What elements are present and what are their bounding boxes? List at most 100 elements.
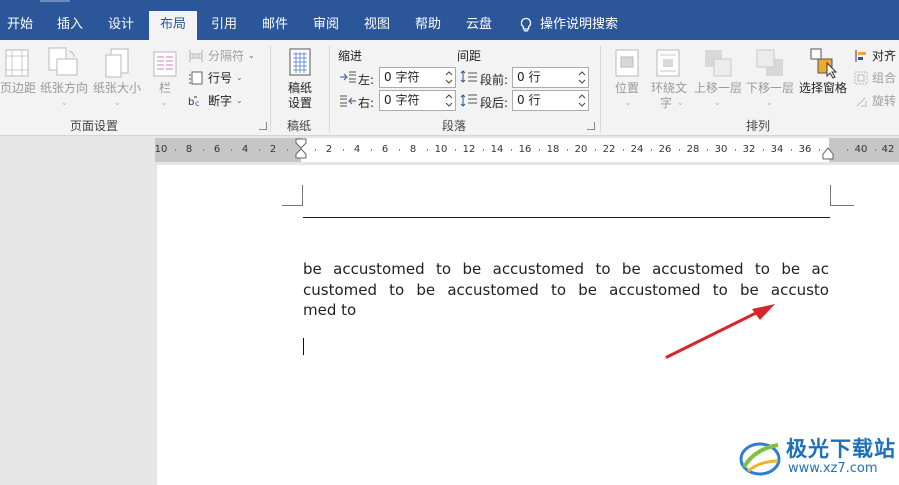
columns-icon[interactable] [152, 50, 178, 78]
ruler-number: 22 [602, 144, 616, 155]
ruler-number: 10 [154, 144, 168, 155]
ruler-tick [315, 149, 316, 151]
paragraph-launcher-icon[interactable] [587, 122, 595, 130]
document-text-line-1[interactable]: be accustomed to be accustomed to be acc… [303, 259, 829, 280]
ruler-number: 14 [490, 144, 504, 155]
rotate-button[interactable]: 旋转 [854, 92, 896, 109]
wrap-text-icon[interactable] [655, 48, 681, 78]
aurora-logo-icon [739, 442, 781, 476]
send-backward-button[interactable]: 下移一层 [745, 81, 795, 96]
hyphenation-label: 断字 [208, 94, 233, 108]
ruler-tick [175, 149, 176, 151]
selection-pane-button[interactable]: 选择窗格 [797, 81, 849, 96]
ruler-number: 8 [409, 144, 417, 155]
document-text-line-2[interactable]: customed to be accustomed to be accustom… [303, 280, 829, 301]
text-cursor [303, 338, 304, 355]
manuscript-button-line2[interactable]: 设置 [282, 96, 318, 111]
tab-layout[interactable]: 布局 [149, 11, 197, 40]
arrange-group-label: 排列 [746, 119, 771, 133]
tab-home[interactable]: 开始 [0, 11, 40, 40]
page-setup-launcher-icon[interactable] [259, 122, 267, 130]
bring-forward-button[interactable]: 上移一层 [693, 81, 743, 96]
spacing-after-label: 段后: [480, 96, 509, 110]
watermark-url: www.xz7.com [788, 461, 878, 476]
orientation-button[interactable]: 纸张方向 [40, 81, 88, 96]
margins-icon[interactable] [4, 48, 30, 78]
selection-pane-icon[interactable] [808, 47, 838, 79]
align-button[interactable]: 对齐 [854, 47, 896, 64]
tab-help[interactable]: 帮助 [406, 11, 450, 40]
spacing-before-input[interactable]: 0 行 [512, 67, 589, 88]
spinner-arrows-icon[interactable] [578, 92, 586, 109]
tab-mailings[interactable]: 邮件 [253, 11, 297, 40]
manuscript-icon[interactable] [288, 47, 312, 77]
ruler-number: 36 [798, 144, 812, 155]
tab-design[interactable]: 设计 [99, 11, 143, 40]
indent-left-input[interactable]: 0 字符 [379, 67, 456, 88]
ruler-number: 28 [686, 144, 700, 155]
columns-button[interactable]: 栏 [152, 81, 178, 96]
ruler-number: 6 [213, 144, 221, 155]
indent-header: 缩进 [338, 49, 363, 63]
align-label: 对齐 [872, 49, 897, 63]
tab-review[interactable]: 审阅 [304, 11, 348, 40]
ruler-number: 18 [546, 144, 560, 155]
tab-insert[interactable]: 插入 [48, 11, 92, 40]
spinner-arrows-icon[interactable] [578, 69, 586, 86]
ruler-tick [847, 149, 848, 151]
orientation-icon[interactable] [47, 46, 79, 78]
spacing-after-icon [460, 94, 477, 107]
spinner-arrows-icon[interactable] [445, 69, 453, 86]
ruler-tick [343, 149, 344, 151]
paper-size-icon[interactable] [104, 47, 130, 79]
tab-references[interactable]: 引用 [202, 11, 246, 40]
ruler-number: 10 [434, 144, 448, 155]
ruler-number: 30 [714, 144, 728, 155]
hyphenation-button[interactable]: b c 断字 ⌄ [188, 92, 243, 109]
bring-forward-icon[interactable] [703, 48, 733, 78]
spacing-after-input[interactable]: 0 行 [512, 90, 589, 111]
horizontal-ruler[interactable]: 10 8 6 4 2 2 4 6 8 10 12 14 16 18 20 22 24 26 28 30 32 34 36 40… [155, 138, 899, 162]
group-objects-button[interactable]: 组合 [854, 69, 896, 86]
position-button[interactable]: 位置 [610, 81, 644, 96]
right-indent-marker-icon[interactable] [822, 146, 834, 160]
ruler-tick [427, 149, 428, 151]
send-backward-icon[interactable] [755, 48, 785, 78]
ruler-tick [371, 149, 372, 151]
tab-cloud[interactable]: 云盘 [457, 11, 501, 40]
chevron-down-icon: ⌄ [161, 98, 168, 107]
breaks-button[interactable]: 分隔符 ⌄ [188, 47, 255, 64]
tell-me-search[interactable]: 操作说明搜索 [540, 11, 626, 40]
group-separator [600, 46, 601, 132]
paper-size-button[interactable]: 纸张大小 [92, 81, 142, 96]
lightbulb-icon[interactable] [519, 17, 533, 33]
document-text-line-3[interactable]: med to [303, 300, 829, 321]
position-icon[interactable] [614, 48, 640, 78]
ruler-number: 34 [770, 144, 784, 155]
ribbon-layout: 页边距 纸张方向 ⌄ 纸张大小 ⌄ 栏 ⌄ 分隔符 ⌄ 行号 ⌄ b c 断字 … [0, 40, 899, 136]
ruler-tick [763, 149, 764, 151]
chevron-down-icon: ⌄ [677, 98, 684, 107]
spacing-header: 间距 [457, 49, 482, 63]
ruler-tick [259, 149, 260, 151]
spinner-arrows-icon[interactable] [445, 92, 453, 109]
line-numbers-button[interactable]: 行号 ⌄ [188, 69, 243, 86]
ruler-number: 6 [381, 144, 389, 155]
ribbon-tab-bar: 开始 插入 设计 布局 引用 邮件 审阅 视图 帮助 云盘 操作说明搜索 [0, 0, 899, 40]
ruler-tick [707, 149, 708, 151]
header-underline [303, 217, 830, 218]
chevron-down-icon: ⌄ [236, 73, 243, 82]
margins-button[interactable]: 页边距 [0, 81, 36, 96]
manuscript-group-label: 稿纸 [287, 119, 312, 133]
page-setup-group-label: 页面设置 [70, 119, 119, 133]
ruler-tick [539, 149, 540, 151]
wrap-text-button-line1[interactable]: 环绕文 [648, 81, 690, 96]
indent-right-input[interactable]: 0 字符 [379, 90, 456, 111]
first-line-indent-marker-icon[interactable] [295, 138, 307, 162]
watermark-title: 极光下载站 [786, 436, 896, 461]
tab-view[interactable]: 视图 [355, 11, 399, 40]
line-numbers-icon [189, 71, 203, 84]
manuscript-button-line1[interactable]: 稿纸 [282, 81, 318, 96]
chevron-down-icon: ⌄ [114, 98, 121, 107]
indent-left-icon [340, 71, 356, 83]
